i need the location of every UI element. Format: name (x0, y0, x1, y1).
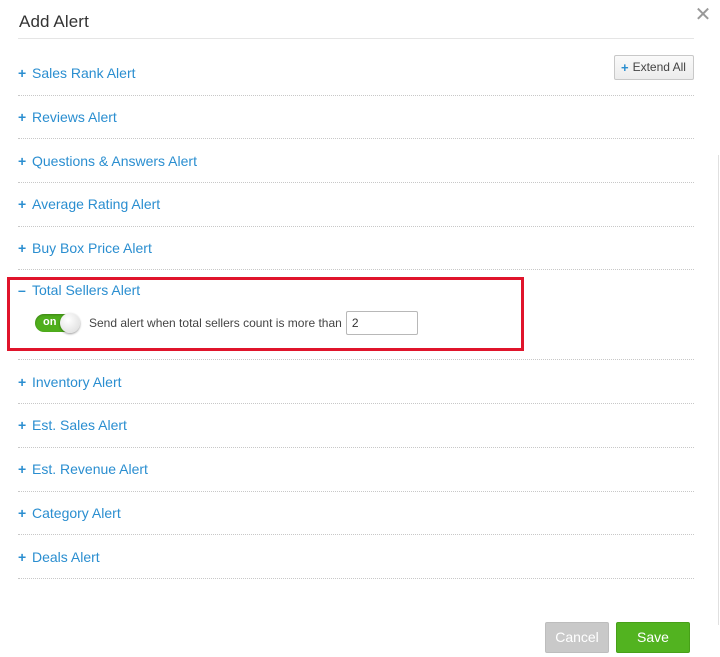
alert-item-est-revenue: + Est. Revenue Alert (18, 448, 694, 492)
add-alert-dialog: Add Alert ✕ + Extend All + Sales Rank Al… (0, 0, 720, 657)
alert-label: Category Alert (32, 504, 121, 521)
alert-item-total-sellers: – Total Sellers Alert on Send alert when… (18, 270, 694, 361)
alert-label: Total Sellers Alert (32, 282, 141, 299)
alert-header-est-sales[interactable]: + Est. Sales Alert (18, 404, 127, 448)
expand-plus-icon: + (18, 196, 27, 213)
cancel-button[interactable]: Cancel (545, 622, 609, 653)
alert-label: Buy Box Price Alert (32, 240, 152, 257)
total-sellers-toggle-switch[interactable]: on (35, 313, 80, 334)
expand-plus-icon: + (18, 417, 27, 434)
alert-item-deals: + Deals Alert (18, 535, 694, 579)
sellers-count-input[interactable] (345, 311, 418, 336)
expand-plus-icon: + (18, 373, 27, 390)
alert-label: Est. Sales Alert (32, 417, 127, 434)
expand-plus-icon: + (18, 152, 27, 169)
alert-item-inventory: + Inventory Alert (18, 360, 694, 405)
alert-list: + Sales Rank Alert + Reviews Alert + Que… (18, 52, 694, 579)
save-button[interactable]: Save (616, 622, 690, 653)
alert-item-reviews: + Reviews Alert (18, 96, 694, 140)
alert-header-average-rating[interactable]: + Average Rating Alert (18, 183, 160, 227)
alert-label: Sales Rank Alert (32, 65, 136, 82)
alert-label: Average Rating Alert (32, 196, 161, 213)
alert-label: Inventory Alert (32, 373, 122, 390)
alert-label: Deals Alert (32, 548, 100, 565)
alert-item-buy-box-price: + Buy Box Price Alert (18, 227, 694, 271)
alert-header-questions-answers[interactable]: + Questions & Answers Alert (18, 139, 197, 183)
switch-on-label: on (43, 316, 57, 329)
alert-header-est-revenue[interactable]: + Est. Revenue Alert (18, 447, 148, 491)
expand-plus-icon: + (18, 504, 27, 521)
alert-item-category: + Category Alert (18, 492, 694, 536)
alert-header-total-sellers[interactable]: – Total Sellers Alert (18, 270, 140, 310)
alert-header-deals[interactable]: + Deals Alert (18, 535, 100, 579)
title-divider (18, 38, 694, 39)
expand-plus-icon: + (18, 109, 27, 126)
dialog-title: Add Alert (19, 12, 89, 31)
alert-item-sales-rank: + Sales Rank Alert (18, 52, 694, 96)
alert-header-inventory[interactable]: + Inventory Alert (18, 360, 122, 404)
alert-item-questions-answers: + Questions & Answers Alert (18, 139, 694, 184)
expand-plus-icon: + (18, 461, 27, 478)
sellers-threshold-label: Send alert when total sellers count is m… (89, 316, 342, 331)
alert-label: Reviews Alert (32, 109, 117, 126)
scrollbar-track (718, 155, 719, 625)
alert-item-average-rating: + Average Rating Alert (18, 183, 694, 227)
alert-header-reviews[interactable]: + Reviews Alert (18, 95, 117, 139)
alert-header-sales-rank[interactable]: + Sales Rank Alert (18, 52, 136, 96)
alert-item-est-sales: + Est. Sales Alert (18, 404, 694, 448)
expand-plus-icon: + (18, 548, 27, 565)
collapse-minus-icon: – (18, 282, 26, 299)
alert-label: Questions & Answers Alert (32, 152, 197, 169)
close-icon[interactable]: ✕ (692, 4, 714, 26)
expand-plus-icon: + (18, 240, 27, 257)
total-sellers-settings: on Send alert when total sellers count i… (18, 310, 418, 336)
switch-knob (60, 313, 80, 334)
alert-header-buy-box-price[interactable]: + Buy Box Price Alert (18, 226, 152, 270)
alert-label: Est. Revenue Alert (32, 461, 148, 478)
expand-plus-icon: + (18, 65, 27, 82)
alert-header-category[interactable]: + Category Alert (18, 491, 121, 535)
